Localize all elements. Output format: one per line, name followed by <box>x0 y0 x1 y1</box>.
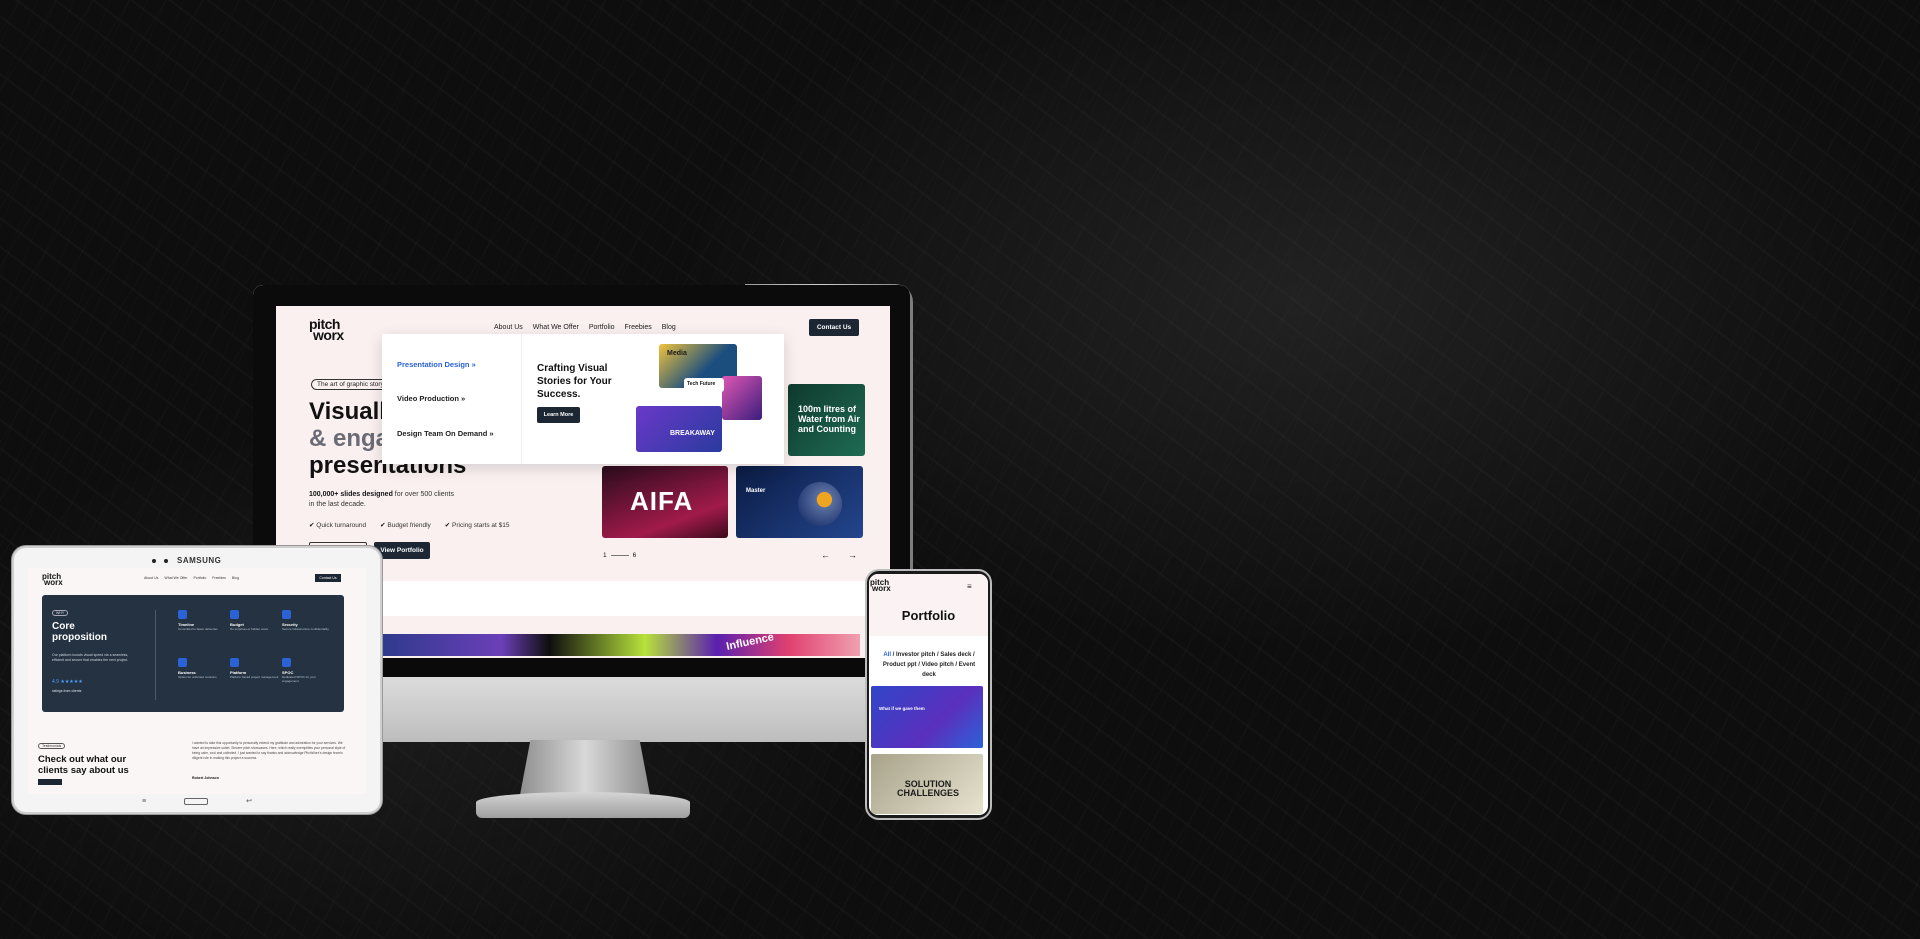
thumb-water[interactable]: 100m litres of Water from Air and Counti… <box>788 384 865 456</box>
rating-stars: 4.9 ★★★★★ <box>52 679 83 685</box>
recent-apps-icon[interactable]: ≡ <box>142 798 146 805</box>
testimonials-button[interactable] <box>38 779 62 785</box>
globe-graphic <box>798 482 842 526</box>
feature-spoc: SPOC Dedicated SPOC for your engagement <box>282 658 332 683</box>
mega-menu-title: Crafting Visual Stories for Your Success… <box>537 363 612 400</box>
tablet-system-nav: ≡ ↩ <box>28 794 366 808</box>
mega-thumb-tech: Tech Future <box>684 378 724 392</box>
tablet-nav-offer[interactable]: What We Offer <box>164 576 187 580</box>
feature-timeline: Timeline Committed to faster deliveries <box>178 610 228 631</box>
core-proposition-card: WHY Core proposition Our platform boosts… <box>42 595 344 712</box>
filter-list[interactable]: / Investor pitch / Sales deck / Product … <box>883 652 975 678</box>
tablet-camera-icon <box>152 559 156 563</box>
tablet-sensor-icon <box>164 559 168 563</box>
tablet-brand: SAMSUNG <box>177 556 222 565</box>
contact-us-button[interactable]: Contact Us <box>809 319 859 336</box>
carousel-pager: 16 <box>603 552 637 559</box>
tablet-nav-portfolio[interactable]: Portfolio <box>193 576 206 580</box>
nav-blog[interactable]: Blog <box>662 324 676 331</box>
feature-security: Security Secure infrastructure confidenti… <box>282 610 332 631</box>
testimonials-heading: Check out what our clients say about us <box>38 754 129 776</box>
ratings-label: ratings from clients <box>52 689 82 693</box>
hero-tag: The art of graphic story <box>311 379 390 390</box>
shield-icon <box>282 610 291 619</box>
gear-icon <box>230 658 239 667</box>
back-icon[interactable]: ↩ <box>246 797 252 805</box>
tablet-contact-button[interactable]: Contact Us <box>315 574 341 582</box>
menu-design-team-on-demand[interactable]: Design Team On Demand » <box>397 429 494 438</box>
hero-description: 100,000+ slides designed for over 500 cl… <box>309 491 454 508</box>
testimonial-author: Robert Johnson <box>192 776 219 780</box>
wallet-icon <box>230 610 239 619</box>
tablet-nav-freebies[interactable]: Freebies <box>212 576 226 580</box>
arrow-right-icon[interactable]: → <box>848 550 857 560</box>
check-item: Pricing starts at $15 <box>445 521 509 529</box>
portfolio-filters: All / Investor pitch / Sales deck / Prod… <box>877 650 981 680</box>
person-icon <box>282 658 291 667</box>
clock-icon <box>178 610 187 619</box>
why-badge: WHY <box>52 610 69 616</box>
refresh-icon <box>178 658 187 667</box>
hamburger-menu-icon[interactable]: ≡ <box>967 582 972 591</box>
card-solution-text: SOLUTION CHALLENGES <box>897 779 960 798</box>
menu-presentation-design[interactable]: Presentation Design » <box>397 360 476 369</box>
filter-all[interactable]: All <box>883 652 891 658</box>
check-item: Quick turnaround <box>309 521 366 529</box>
core-title: Core proposition <box>52 621 107 643</box>
portfolio-title: Portfolio <box>901 608 956 623</box>
thumb-master[interactable]: Master <box>736 466 863 538</box>
learn-more-button[interactable]: Learn More <box>537 407 580 423</box>
tablet-nav-about[interactable]: About Us <box>144 576 158 580</box>
monitor-stand-base <box>476 792 690 818</box>
nav-about-us[interactable]: About Us <box>494 324 523 331</box>
mega-thumb-robot <box>722 376 762 420</box>
feature-business: Business Option for unlimited revisions <box>178 658 228 679</box>
thumb-aifa[interactable]: AIFA <box>602 466 728 538</box>
tablet-nav-blog[interactable]: Blog <box>232 576 239 580</box>
phone-screen: pitch worx ≡ Portfolio All / Investor pit… <box>869 574 988 815</box>
tablet-screen: pitch worx About Us What We Offer Portfol… <box>28 568 366 794</box>
monitor-stand-neck <box>520 740 650 795</box>
card-divider <box>155 610 156 700</box>
nav-portfolio[interactable]: Portfolio <box>589 324 615 331</box>
site-logo[interactable]: pitch worx <box>309 317 344 342</box>
hero-checklist: Quick turnaround Budget friendly Pricing… <box>309 521 509 529</box>
menu-video-production[interactable]: Video Production » <box>397 394 465 403</box>
feature-platform: Platform Platform based project managemen… <box>230 658 280 679</box>
tablet-nav: About Us What We Offer Portfolio Freebie… <box>144 576 239 580</box>
mega-menu-list: Presentation Design » Video Production »… <box>382 334 522 464</box>
main-nav: About Us What We Offer Portfolio Freebie… <box>494 324 676 331</box>
nav-freebies[interactable]: Freebies <box>625 324 652 331</box>
core-description: Our platform boosts visual speed via a s… <box>52 653 129 662</box>
portfolio-card[interactable]: SOLUTION CHALLENGES <box>871 754 983 814</box>
portfolio-card[interactable]: What if we gave them <box>871 686 983 748</box>
testimonials-badge: Testimonials <box>38 743 66 749</box>
testimonial-quote: I wanted to take this opportunity to per… <box>192 741 346 760</box>
nav-what-we-offer[interactable]: What We Offer <box>533 324 579 331</box>
view-portfolio-button[interactable]: View Portfolio <box>374 542 430 559</box>
mega-thumb-breakaway: BREAKAWAY <box>636 406 722 452</box>
home-button-icon[interactable] <box>184 797 209 805</box>
check-item: Budget friendly <box>380 521 430 529</box>
portfolio-banner-strip <box>382 634 860 656</box>
carousel-arrows: ← → <box>821 550 857 560</box>
phone-site-logo[interactable]: pitch worx <box>870 579 891 593</box>
feature-budget: Budget No surprises or hidden costs <box>230 610 280 631</box>
tablet-site-logo[interactable]: pitch worx <box>42 573 63 587</box>
mega-menu-dropdown: Presentation Design » Video Production »… <box>382 334 784 464</box>
arrow-left-icon[interactable]: ← <box>821 550 830 560</box>
